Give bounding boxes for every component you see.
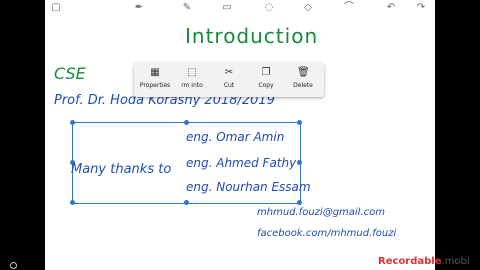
slide-title: Introduction — [185, 24, 319, 48]
whiteboard-canvas[interactable]: ▢ ✒ ✎ ▭ ◌ ◇ ⌒ ↶ ↷ Introduction CSE Prof.… — [45, 0, 435, 270]
right-black-bar — [435, 0, 480, 270]
selection-handle-bottom-left[interactable] — [70, 200, 75, 205]
selection-handle-bottom-middle[interactable] — [184, 200, 189, 205]
selection-handle-bottom-right[interactable] — [297, 200, 302, 205]
top-toolbar: ▢ ✒ ✎ ▭ ◌ ◇ ⌒ ↶ ↷ — [45, 0, 435, 18]
menu-item-label: Cut — [223, 82, 235, 89]
watermark-brand: Recordable — [378, 256, 442, 267]
properties-icon: ▦ — [150, 67, 160, 78]
menu-item-label: rm into — [181, 82, 203, 89]
facebook-text: facebook.com/mhmud.fouzi — [257, 228, 397, 239]
scissors-icon: ✂ — [224, 67, 234, 78]
thanks-text: Many thanks to — [71, 162, 172, 177]
brush-icon[interactable]: ⌒ — [343, 2, 355, 14]
corner-mark — [10, 262, 17, 269]
watermark: Recordable.mobi — [378, 256, 470, 267]
menu-item-properties[interactable]: ▦ Properties — [136, 67, 174, 95]
selection-handle-middle-right[interactable] — [297, 160, 302, 165]
left-black-bar — [0, 0, 45, 270]
email-text: mhmud.fouzi@gmail.com — [257, 207, 385, 218]
menu-item-label: Delete — [293, 82, 313, 89]
redo-icon[interactable]: ↷ — [415, 2, 427, 14]
copy-icon: ❐ — [261, 67, 271, 78]
pen-icon[interactable]: ✒ — [133, 2, 145, 14]
selection-handle-top-left[interactable] — [70, 120, 75, 125]
menu-item-delete[interactable]: 🗑 Delete — [284, 67, 322, 95]
pencil-icon[interactable]: ✎ — [181, 2, 193, 14]
menu-item-copy[interactable]: ❐ Copy — [247, 67, 285, 95]
context-menu: ▦ Properties ⬚ rm into ✂ Cut ❐ Copy 🗑 De… — [134, 63, 324, 97]
engineer-name: eng. Omar Amin — [186, 130, 285, 144]
undo-icon[interactable]: ↶ — [385, 2, 397, 14]
shapes-icon[interactable]: ◇ — [302, 2, 314, 14]
square-icon[interactable]: ▢ — [50, 2, 62, 14]
menu-item-label: Properties — [139, 82, 171, 89]
trash-icon: 🗑 — [297, 67, 310, 78]
eraser-icon[interactable]: ▭ — [221, 2, 233, 14]
selection-handle-top-middle[interactable] — [184, 120, 189, 125]
lasso-icon[interactable]: ◌ — [263, 2, 275, 14]
menu-item-label: Copy — [258, 82, 274, 89]
transform-icon: ⬚ — [187, 67, 197, 78]
course-label: CSE — [54, 64, 86, 83]
menu-item-cut[interactable]: ✂ Cut — [210, 67, 248, 95]
watermark-suffix: .mobi — [441, 256, 470, 267]
selection-handle-top-right[interactable] — [297, 120, 302, 125]
menu-item-transform[interactable]: ⬚ rm into — [173, 67, 211, 95]
engineer-name: eng. Nourhan Essam — [186, 180, 311, 194]
engineer-name: eng. Ahmed Fathy — [186, 156, 297, 170]
